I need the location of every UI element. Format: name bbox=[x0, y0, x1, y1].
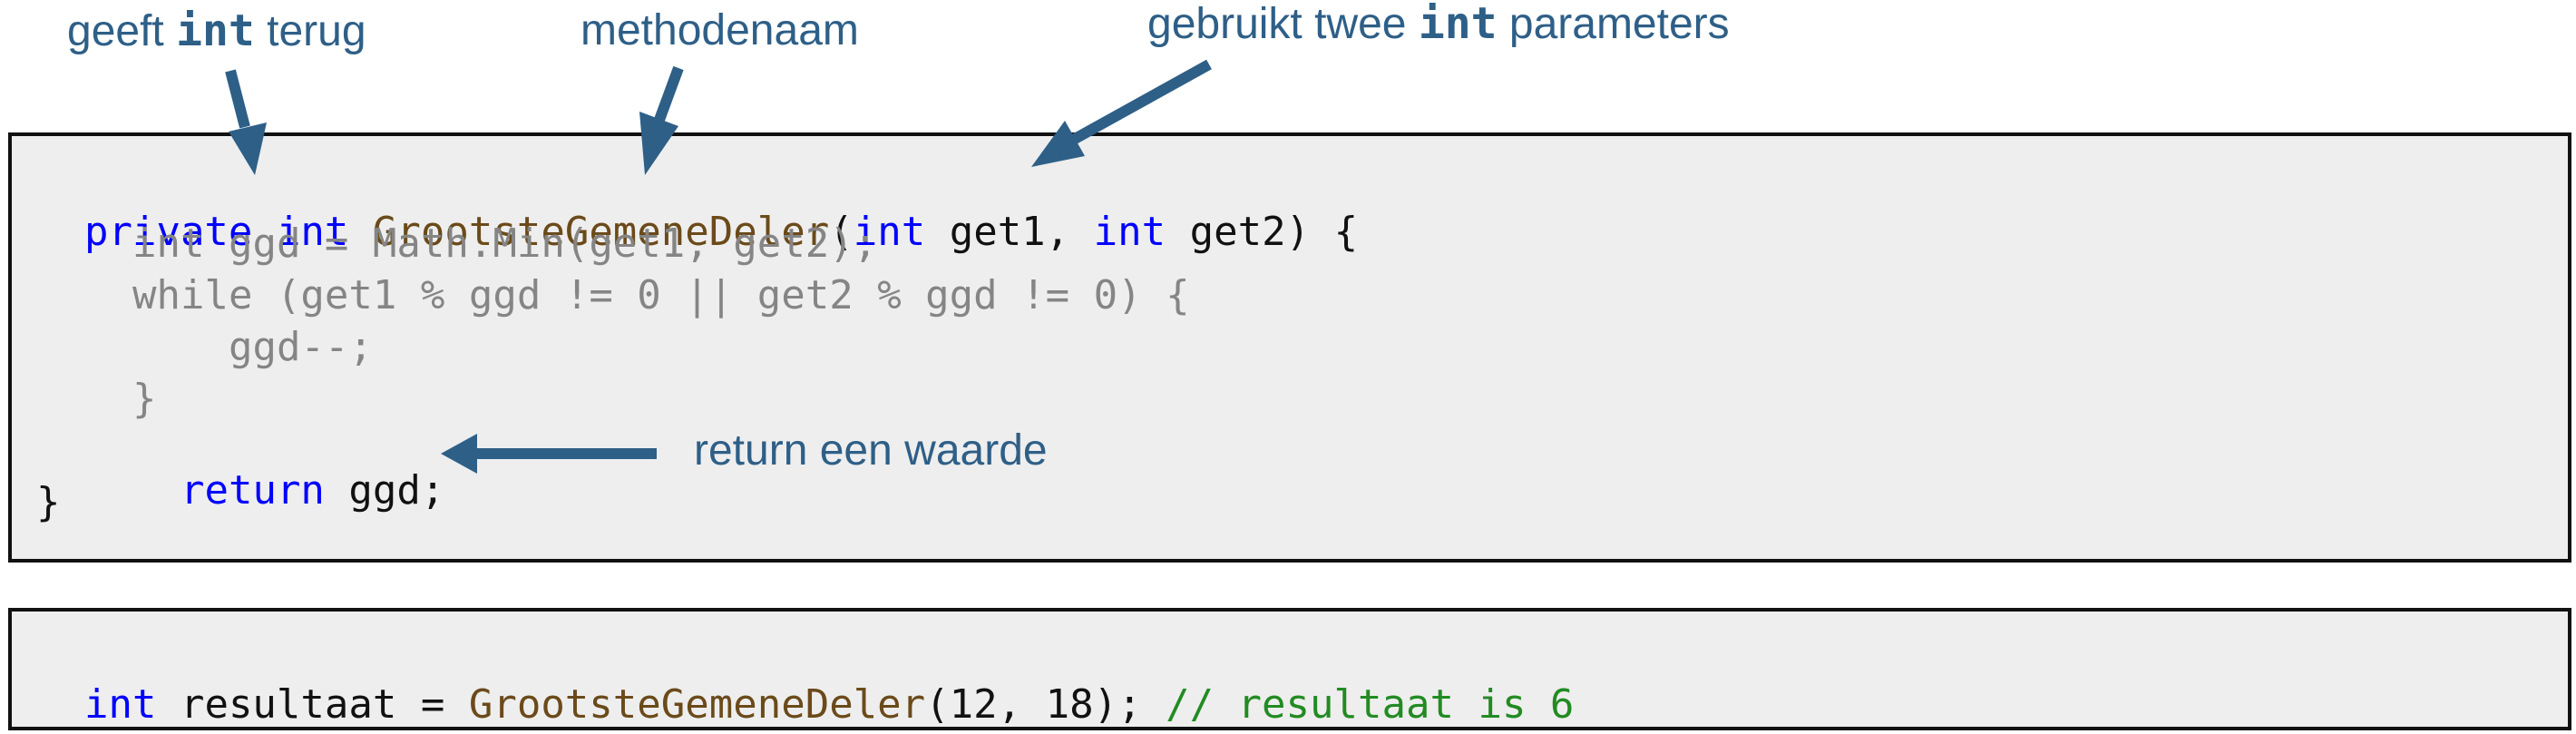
arrow-two-params-shaft bbox=[1072, 59, 1212, 144]
annotation-returns-int-keyword: int bbox=[176, 5, 255, 56]
code-line-while: while (get1 % ggd != 0 || get2 % ggd != … bbox=[132, 272, 1190, 318]
code-keyword-int-result: int bbox=[83, 681, 157, 728]
code-param2: get2) { bbox=[1166, 209, 1359, 255]
code-return-value: ggd; bbox=[324, 467, 445, 514]
code-method-call: GrootsteGemeneDeler bbox=[468, 681, 926, 728]
code-line-ggd-declaration: int ggd = Math.Min(get1, get2); bbox=[132, 220, 878, 267]
code-line-call: int resultaat = GrootsteGemeneDeler(12, … bbox=[36, 645, 1574, 725]
annotation-two-params-keyword: int bbox=[1418, 0, 1498, 49]
annotation-return-value: return een waarde bbox=[694, 429, 1048, 473]
code-keyword-return: return bbox=[180, 467, 325, 514]
arrow-returns-int-shaft bbox=[225, 69, 250, 129]
code-comment: // resultaat is 6 bbox=[1166, 681, 1575, 728]
code-keyword-int-param2: int bbox=[1093, 209, 1166, 255]
code-line-while-close: } bbox=[132, 376, 157, 422]
annotation-return-value-text: return een waarde bbox=[694, 426, 1048, 475]
annotation-two-params-suffix: parameters bbox=[1497, 0, 1730, 48]
code-param1: get1, bbox=[925, 209, 1094, 255]
annotation-returns-int-prefix: geeft bbox=[67, 7, 177, 55]
code-line-decrement: ggd--; bbox=[229, 324, 373, 370]
code-line-return: return ggd; bbox=[132, 431, 444, 511]
annotation-method-name-text: methodenaam bbox=[581, 6, 859, 54]
code-call-args: (12, 18); bbox=[925, 681, 1166, 728]
arrow-method-name-shaft bbox=[654, 65, 684, 122]
code-line-method-close: } bbox=[36, 479, 61, 525]
annotation-two-params: gebruikt twee int parameters bbox=[1147, 2, 1730, 46]
annotation-method-name: methodenaam bbox=[581, 9, 859, 53]
code-result-assignment: resultaat = bbox=[156, 681, 469, 728]
annotation-two-params-prefix: gebruikt twee bbox=[1147, 0, 1419, 48]
annotation-returns-int: geeft int terug bbox=[67, 9, 366, 54]
annotation-returns-int-suffix: terug bbox=[254, 7, 366, 55]
